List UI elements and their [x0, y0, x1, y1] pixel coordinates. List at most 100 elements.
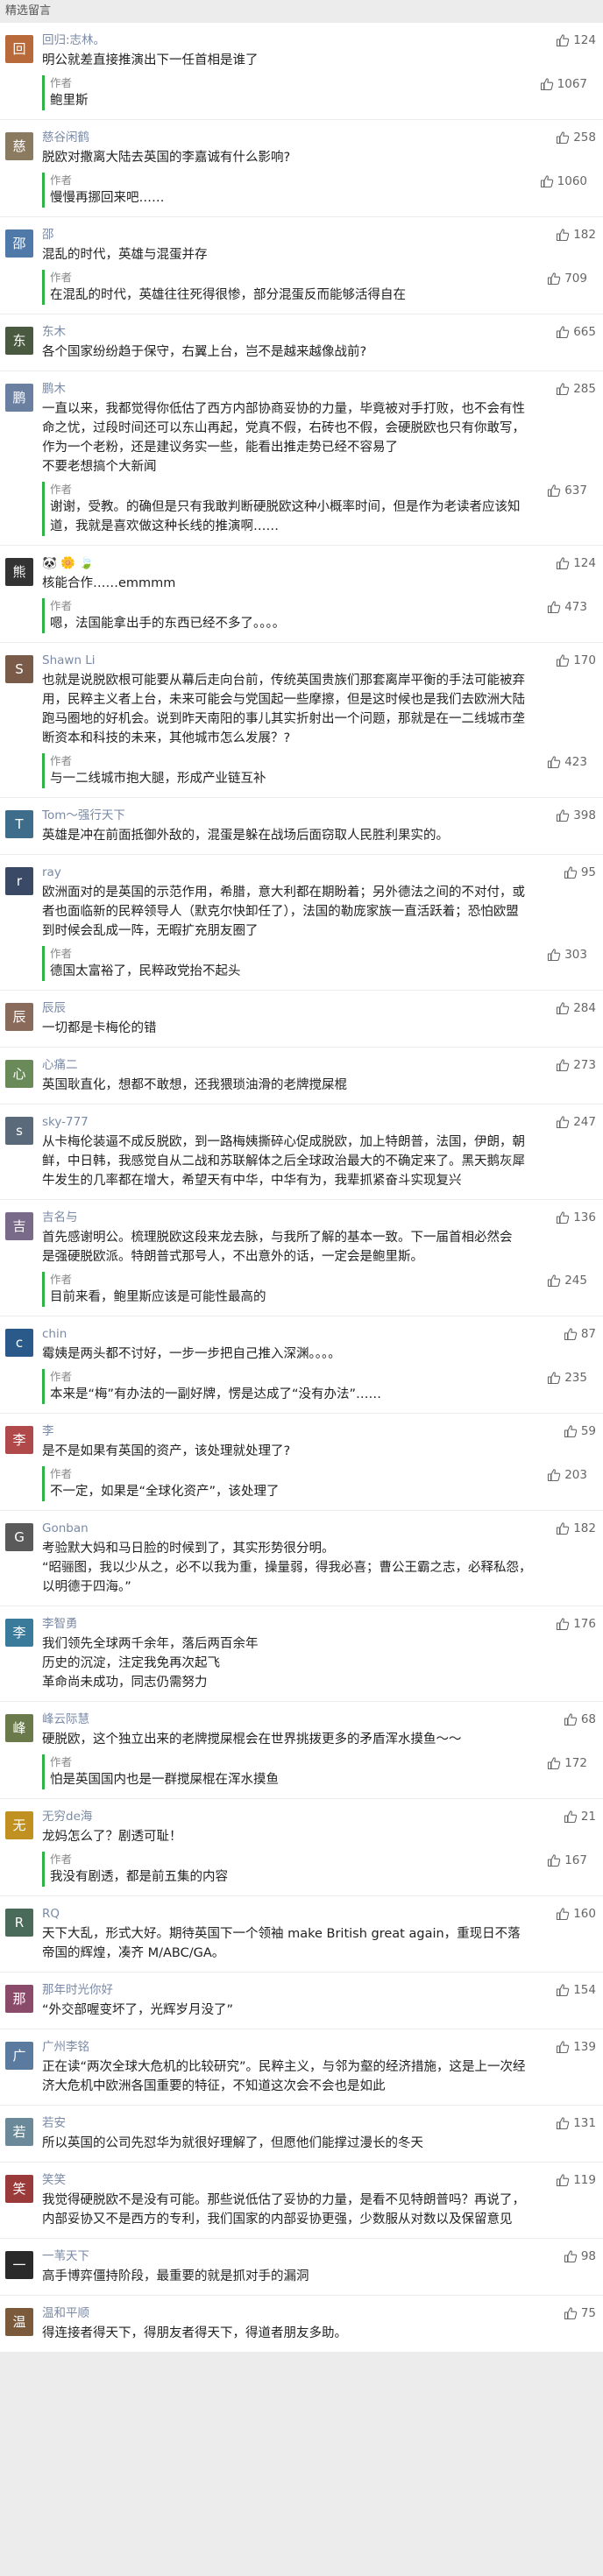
commenter-name[interactable]: 🐼 🌼 🍃: [42, 554, 538, 572]
avatar[interactable]: 东: [5, 327, 33, 355]
avatar[interactable]: 心: [5, 1060, 33, 1088]
like-button[interactable]: 182: [556, 226, 596, 243]
like-button[interactable]: 709: [547, 270, 587, 287]
like-button[interactable]: 285: [556, 380, 596, 398]
avatar[interactable]: 广: [5, 2042, 33, 2070]
like-button[interactable]: 247: [556, 1113, 596, 1131]
commenter-name[interactable]: RQ: [42, 1905, 538, 1923]
commenter-name[interactable]: 回归:志林。: [42, 32, 538, 49]
avatar[interactable]: r: [5, 867, 33, 895]
comment-body: chin 霉姨是两头都不讨好，一步一步把自己推入深渊。。。。 作者 本来是“梅”有办法…: [42, 1325, 594, 1404]
like-button[interactable]: 95: [564, 864, 596, 881]
comment-body: Tom～强行天下 英雄是冲在前面抵御外敌的，混蛋是躲在战场后面窃取人民胜利果实的。: [42, 807, 594, 845]
commenter-name[interactable]: sky-777: [42, 1113, 538, 1131]
like-button[interactable]: 160: [556, 1905, 596, 1923]
commenter-name[interactable]: 吉名与: [42, 1209, 538, 1226]
commenter-name[interactable]: 辰辰: [42, 999, 538, 1017]
comment-item: G Gonban 考验默大妈和马日脸的时候到了，其实形势很分明。 “昭骊图，我以少从之…: [0, 1511, 603, 1606]
commenter-name[interactable]: 一苇天下: [42, 2248, 538, 2265]
commenter-name[interactable]: 鹏木: [42, 380, 538, 398]
like-button[interactable]: 284: [556, 999, 596, 1017]
avatar[interactable]: c: [5, 1329, 33, 1357]
avatar[interactable]: 吉: [5, 1212, 33, 1240]
comment-line: 混乱的时代，英雄与混蛋并存: [42, 248, 208, 262]
like-button[interactable]: 203: [547, 1466, 587, 1484]
commenter-name[interactable]: 温和平顺: [42, 2304, 538, 2322]
like-button[interactable]: 235: [547, 1369, 587, 1387]
avatar[interactable]: 李: [5, 1619, 33, 1647]
like-button[interactable]: 21: [564, 1808, 596, 1825]
commenter-name[interactable]: 若安: [42, 2114, 538, 2132]
like-button[interactable]: 170: [556, 652, 596, 669]
avatar[interactable]: 回: [5, 35, 33, 63]
commenter-name[interactable]: Tom～强行天下: [42, 807, 538, 824]
comment-text: 龙妈怎么了？剧透可耻！: [42, 1827, 538, 1846]
like-button[interactable]: 124: [556, 32, 596, 49]
thumb-up-icon: [557, 1211, 570, 1224]
commenter-name[interactable]: 广州李铭: [42, 2038, 538, 2056]
avatar[interactable]: 李: [5, 1426, 33, 1454]
avatar[interactable]: 熊: [5, 558, 33, 586]
avatar[interactable]: 温: [5, 2308, 33, 2336]
like-button[interactable]: 136: [556, 1209, 596, 1226]
like-button[interactable]: 167: [547, 1852, 587, 1869]
avatar[interactable]: 邵: [5, 229, 33, 258]
avatar[interactable]: T: [5, 810, 33, 838]
commenter-name[interactable]: Gonban: [42, 1520, 538, 1537]
commenter-name[interactable]: 心痛二: [42, 1056, 538, 1074]
like-button[interactable]: 87: [564, 1325, 596, 1343]
like-button[interactable]: 139: [556, 2038, 596, 2056]
like-button[interactable]: 665: [556, 323, 596, 341]
like-button[interactable]: 68: [564, 1711, 596, 1728]
like-button[interactable]: 473: [547, 598, 587, 616]
commenter-name[interactable]: 邵: [42, 226, 538, 243]
commenter-name[interactable]: chin: [42, 1325, 538, 1343]
avatar[interactable]: 慈: [5, 132, 33, 160]
author-reply-label: 作者: [50, 947, 73, 960]
like-button[interactable]: 273: [556, 1056, 596, 1074]
thumb-up-icon: [557, 1002, 570, 1015]
commenter-name[interactable]: 峰云际慧: [42, 1711, 538, 1728]
like-button[interactable]: 75: [564, 2304, 596, 2322]
like-button[interactable]: 1067: [540, 75, 587, 93]
like-button[interactable]: 258: [556, 129, 596, 146]
avatar[interactable]: 一: [5, 2251, 33, 2279]
thumb-up-icon: [557, 326, 570, 339]
like-button[interactable]: 303: [547, 946, 587, 963]
like-button[interactable]: 182: [556, 1520, 596, 1537]
like-button[interactable]: 176: [556, 1615, 596, 1633]
avatar[interactable]: 若: [5, 2118, 33, 2146]
like-button[interactable]: 1060: [540, 173, 587, 190]
like-button[interactable]: 398: [556, 807, 596, 824]
commenter-name[interactable]: 慈谷闲鹤: [42, 129, 538, 146]
commenter-name[interactable]: 李: [42, 1422, 538, 1440]
avatar[interactable]: 峰: [5, 1714, 33, 1742]
avatar[interactable]: 无: [5, 1811, 33, 1839]
comment-line: 牛发生的几率都在增大，希望天有中华，中华有为，我辈抓紧奋斗实现复兴: [42, 1174, 462, 1188]
like-button[interactable]: 637: [547, 482, 587, 499]
like-button[interactable]: 98: [564, 2248, 596, 2265]
like-button[interactable]: 119: [556, 2171, 596, 2189]
like-button[interactable]: 59: [564, 1422, 596, 1440]
commenter-name[interactable]: 笑笑: [42, 2171, 538, 2189]
avatar[interactable]: s: [5, 1117, 33, 1145]
avatar[interactable]: 笑: [5, 2175, 33, 2203]
commenter-name[interactable]: 东木: [42, 323, 538, 341]
commenter-name[interactable]: 李智勇: [42, 1615, 538, 1633]
avatar[interactable]: 鹏: [5, 384, 33, 412]
like-button[interactable]: 131: [556, 2114, 596, 2132]
commenter-name[interactable]: ray: [42, 864, 538, 881]
commenter-name[interactable]: 无穷de海: [42, 1808, 538, 1825]
like-button[interactable]: 154: [556, 1981, 596, 1999]
like-button[interactable]: 245: [547, 1272, 587, 1289]
avatar[interactable]: R: [5, 1909, 33, 1937]
avatar[interactable]: S: [5, 655, 33, 683]
avatar[interactable]: 那: [5, 1985, 33, 2013]
like-button[interactable]: 172: [547, 1754, 587, 1772]
avatar[interactable]: 辰: [5, 1003, 33, 1031]
like-button[interactable]: 124: [556, 554, 596, 572]
avatar[interactable]: G: [5, 1523, 33, 1551]
commenter-name[interactable]: 那年时光你好: [42, 1981, 538, 1999]
like-button[interactable]: 423: [547, 753, 587, 771]
commenter-name[interactable]: Shawn Li: [42, 652, 538, 669]
